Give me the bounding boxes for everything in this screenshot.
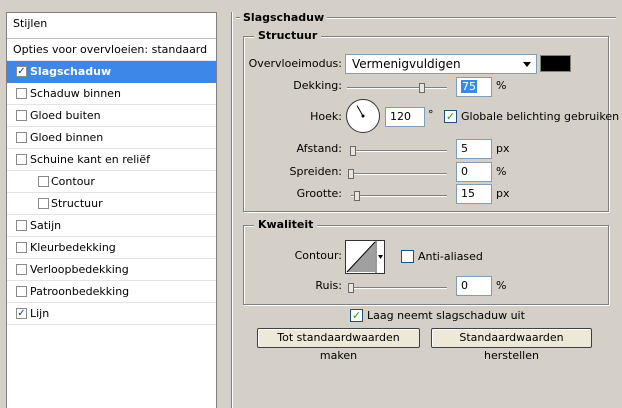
knockout-checkbox[interactable]: ✓ [350,309,363,322]
size-slider[interactable] [351,191,447,201]
sidebar-item-label: Contour [51,175,95,188]
contour-picker[interactable] [345,240,385,274]
quality-group: Kwaliteit [243,218,609,305]
angle-dial[interactable] [346,99,380,133]
size-slider-thumb[interactable] [353,191,360,201]
sidebar-item-label: Verloopbedekking [30,263,129,276]
structure-title: Structuur [254,29,322,42]
distance-slider[interactable] [349,146,447,156]
sidebar-item-2[interactable]: Gloed buiten [7,105,216,127]
knockout-label: Laag neemt slagschaduw uit [367,309,525,322]
panel-divider [232,12,233,408]
quality-title: Kwaliteit [254,218,318,231]
sidebar-item-5[interactable]: Contour [7,171,216,193]
angle-needle-icon [356,105,365,118]
sidebar-item-label: Patroonbedekking [30,285,130,298]
sidebar-item-6[interactable]: Structuur [7,193,216,215]
size-input[interactable]: 15 [456,184,492,204]
spread-slider-thumb[interactable] [348,169,354,179]
styles-list: Stijlen Opties voor overvloeien: standaa… [6,12,217,408]
sidebar-item-label: Gloed buiten [30,109,101,122]
sidebar-item-0[interactable]: ✓ Slagschaduw [7,61,216,83]
global-light-label: Globale belichting gebruiken [461,110,620,123]
opacity-unit: % [496,79,507,92]
distance-slider-thumb[interactable] [349,146,356,156]
sidebar-item-7[interactable]: Satijn [7,215,216,237]
sidebar-item-label: Lijn [30,307,50,320]
sidebar-item-label: Structuur [51,197,103,210]
blend-mode-select[interactable]: Vermenigvuldigen [345,54,537,74]
sidebar-item-4[interactable]: Schuine kant en reliëf [7,149,216,171]
checkbox-icon[interactable] [16,132,27,143]
noise-slider-thumb[interactable] [348,283,354,293]
noise-input[interactable]: 0 [456,276,492,296]
contour-curve-icon [346,241,383,273]
noise-unit: % [496,279,507,292]
opacity-slider[interactable] [347,83,447,93]
sidebar-item-label: Gloed binnen [30,131,104,144]
size-label: Grootte: [296,187,342,200]
anti-aliased-checkbox[interactable] [401,250,414,263]
checkbox-checked-icon[interactable]: ✓ [16,66,27,77]
sidebar-item-11[interactable]: ✓ Lijn [7,303,216,325]
opacity-input[interactable]: 75 [456,77,492,97]
sidebar-item-1[interactable]: Schaduw binnen [7,83,216,105]
styles-header: Stijlen [7,13,216,39]
distance-input[interactable]: 5 [456,139,492,159]
sidebar-item-label: Slagschaduw [30,65,112,78]
checkbox-icon[interactable] [38,198,49,209]
opacity-slider-thumb[interactable] [419,83,425,93]
spread-unit: % [496,165,507,178]
checkbox-icon[interactable] [38,176,49,187]
blend-mode-label: Overvloeimodus: [248,57,342,70]
global-light-checkbox[interactable]: ✓ [444,110,457,123]
checkbox-icon[interactable] [16,220,27,231]
chevron-down-icon [518,55,536,73]
spread-input[interactable]: 0 [456,162,492,182]
angle-unit: ° [428,108,434,121]
distance-label: Afstand: [296,142,342,155]
sidebar-item-label: Schuine kant en reliëf [30,153,151,166]
blend-mode-value: Vermenigvuldigen [352,57,461,71]
sidebar-item-label: Satijn [30,219,62,232]
opacity-label: Dekking: [293,79,342,92]
sidebar-item-label: Schaduw binnen [30,87,121,100]
angle-input[interactable]: 120 [385,107,425,127]
distance-unit: px [496,142,510,155]
shadow-color-swatch[interactable] [540,55,571,72]
panel-title: Slagschaduw [240,11,328,24]
size-unit: px [496,187,510,200]
sidebar-item-8[interactable]: Kleurbedekking [7,237,216,259]
anti-aliased-label: Anti-aliased [418,250,483,263]
sidebar-item-10[interactable]: Patroonbedekking [7,281,216,303]
checkbox-icon[interactable] [16,242,27,253]
contour-label: Contour: [294,249,342,262]
sidebar-item-label: Kleurbedekking [30,241,116,254]
checkbox-checked-icon[interactable]: ✓ [16,308,27,319]
noise-label: Ruis: [315,279,342,292]
checkbox-icon[interactable] [16,264,27,275]
spread-label: Spreiden: [289,165,343,178]
checkbox-icon[interactable] [16,286,27,297]
blend-options-item[interactable]: Opties voor overvloeien: standaard [7,39,216,61]
angle-label: Hoek: [310,110,342,123]
checkbox-icon[interactable] [16,88,27,99]
reset-default-button[interactable]: Standaardwaarden herstellen [431,328,592,362]
checkbox-icon[interactable] [16,154,27,165]
sidebar-item-3[interactable]: Gloed binnen [7,127,216,149]
spread-slider[interactable] [348,169,447,179]
checkbox-icon[interactable] [16,110,27,121]
make-default-button[interactable]: Tot standaardwaarden maken [257,328,420,362]
sidebar-item-9[interactable]: Verloopbedekking [7,259,216,281]
noise-slider[interactable] [348,283,447,293]
